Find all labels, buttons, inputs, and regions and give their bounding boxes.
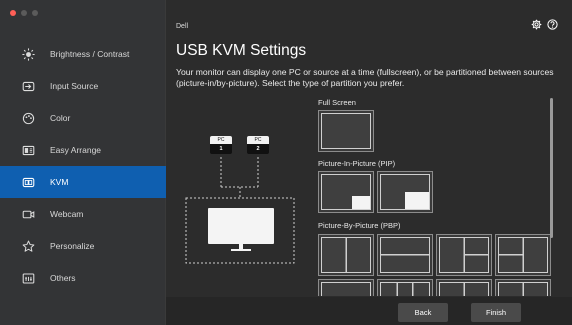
- layout-preview: [321, 237, 371, 273]
- pc-1-tag: PC 1: [210, 136, 232, 154]
- gallery-scrollbar[interactable]: [549, 96, 555, 296]
- layout-gallery[interactable]: Full Screen Picture-In-Picture (PIP) Pic…: [316, 96, 556, 296]
- sidebar-item-input-source[interactable]: Input Source: [0, 70, 166, 102]
- sidebar-nav: Brightness / Contrast Input Source Color…: [0, 38, 166, 294]
- input-source-icon: [20, 78, 36, 94]
- pc-2-tag: PC 2: [247, 136, 269, 154]
- layout-preview: [321, 174, 371, 210]
- layout-pip-small[interactable]: [318, 171, 374, 213]
- top-actions: [531, 19, 558, 30]
- main-panel: Dell USB KVM Settings Your monitor can d…: [166, 0, 572, 325]
- star-icon: [20, 238, 36, 254]
- sidebar-item-label: Webcam: [50, 209, 84, 219]
- sidebar-item-color[interactable]: Color: [0, 102, 166, 134]
- scrollbar-thumb[interactable]: [550, 98, 553, 238]
- layout-preview: [321, 113, 371, 149]
- sidebar-item-label: Others: [50, 273, 76, 283]
- minimize-window-button[interactable]: [21, 10, 27, 16]
- pc-tag-number: 1: [210, 144, 232, 154]
- kvm-diagram: PC 1 PC 2: [176, 120, 311, 270]
- section-label-pip: Picture-In-Picture (PIP): [318, 159, 396, 168]
- brightness-icon: [20, 46, 36, 62]
- layout-preview: [498, 282, 548, 296]
- layout-pbp-row2-4[interactable]: [495, 279, 551, 296]
- webcam-icon: [20, 206, 36, 222]
- pip-inset: [405, 192, 429, 209]
- sidebar-item-personalize[interactable]: Personalize: [0, 230, 166, 262]
- layout-pbp-row2-3[interactable]: [436, 279, 492, 296]
- sidebar-item-brightness-contrast[interactable]: Brightness / Contrast: [0, 38, 166, 70]
- pc-tag-label: PC: [247, 136, 269, 144]
- sidebar-item-label: Brightness / Contrast: [50, 49, 130, 59]
- finish-button[interactable]: Finish: [471, 303, 521, 322]
- layout-preview: [380, 174, 430, 210]
- window-controls: [10, 10, 38, 16]
- layout-pbp-vertical-split[interactable]: [318, 234, 374, 276]
- layout-preview: [439, 237, 489, 273]
- section-label-full-screen: Full Screen: [318, 98, 356, 107]
- sidebar-item-kvm[interactable]: KVM: [0, 166, 166, 198]
- pip-inset: [351, 196, 370, 209]
- pc-tag-number: 2: [247, 144, 269, 154]
- layout-pbp-row2-2[interactable]: [377, 279, 433, 296]
- layout-pbp-row2-1[interactable]: [318, 279, 374, 296]
- back-button[interactable]: Back: [398, 303, 448, 322]
- section-label-pbp: Picture-By-Picture (PBP): [318, 221, 401, 230]
- zoom-window-button[interactable]: [32, 10, 38, 16]
- sidebar-item-webcam[interactable]: Webcam: [0, 198, 166, 230]
- layout-preview: [321, 282, 371, 296]
- pc-tag-label: PC: [210, 136, 232, 144]
- others-icon: [20, 270, 36, 286]
- sidebar-item-label: KVM: [50, 177, 69, 187]
- page-title: USB KVM Settings: [176, 42, 307, 59]
- kvm-icon: [20, 174, 36, 190]
- layout-pbp-horizontal-split[interactable]: [377, 234, 433, 276]
- layout-preview: [439, 282, 489, 296]
- help-icon[interactable]: [547, 19, 558, 30]
- layout-pbp-three-way-alt[interactable]: [495, 234, 551, 276]
- close-window-button[interactable]: [10, 10, 16, 16]
- app-window: Brightness / Contrast Input Source Color…: [0, 0, 572, 325]
- layout-pip-large[interactable]: [377, 171, 433, 213]
- sidebar-item-label: Personalize: [50, 241, 95, 251]
- sidebar-item-label: Easy Arrange: [50, 145, 102, 155]
- sidebar: Brightness / Contrast Input Source Color…: [0, 0, 166, 325]
- sidebar-item-easy-arrange[interactable]: Easy Arrange: [0, 134, 166, 166]
- sidebar-item-others[interactable]: Others: [0, 262, 166, 294]
- gear-icon[interactable]: [531, 19, 542, 30]
- layout-preview: [498, 237, 548, 273]
- color-icon: [20, 110, 36, 126]
- sidebar-item-label: Color: [50, 113, 71, 123]
- page-description: Your monitor can display one PC or sourc…: [176, 67, 554, 88]
- layout-preview: [380, 282, 430, 296]
- sidebar-item-label: Input Source: [50, 81, 99, 91]
- easy-arrange-icon: [20, 142, 36, 158]
- brand-label: Dell: [176, 23, 189, 30]
- monitor-icon: [208, 208, 274, 251]
- layout-full-screen[interactable]: [318, 110, 374, 152]
- layout-pbp-three-way[interactable]: [436, 234, 492, 276]
- layout-preview: [380, 237, 430, 273]
